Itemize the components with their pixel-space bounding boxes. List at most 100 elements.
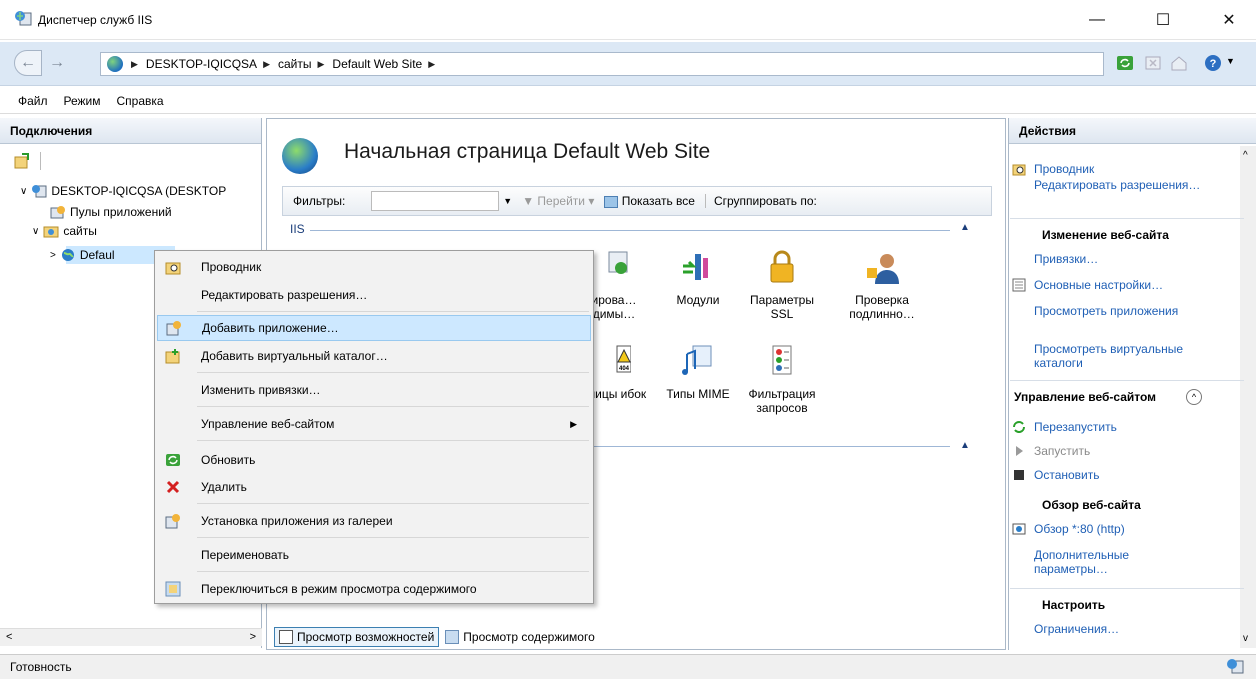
svg-text:?: ?	[1210, 58, 1217, 70]
menu-item-switch-content-view[interactable]: Переключиться в режим просмотра содержим…	[157, 576, 591, 602]
tree-horizontal-scrollbar[interactable]: < >	[0, 628, 262, 646]
context-menu: Проводник Редактировать разрешения… Доба…	[154, 250, 594, 604]
menu-file[interactable]: Файл	[18, 94, 48, 108]
home-icon[interactable]	[1170, 54, 1188, 72]
menu-item-add-application[interactable]: Добавить приложение…	[157, 315, 591, 341]
show-all-button[interactable]: Показать все	[604, 194, 695, 208]
collapse-group-icon[interactable]: ▲	[960, 222, 970, 233]
maximize-button[interactable]: ☐	[1140, 0, 1186, 40]
status-server-icon	[1227, 659, 1244, 674]
back-button[interactable]: ←	[14, 50, 42, 76]
breadcrumb-server[interactable]: DESKTOP-IQICQSA	[146, 57, 257, 71]
app-pool-icon	[50, 206, 65, 219]
browse-heading: Обзор веб-сайта	[1042, 498, 1141, 512]
action-start[interactable]: Запустить	[1034, 444, 1090, 458]
menu-item-edit-permissions[interactable]: Редактировать разрешения…	[157, 282, 591, 308]
menu-item-rename[interactable]: Переименовать	[157, 542, 591, 568]
authentication-user-icon	[867, 254, 899, 284]
stop-icon[interactable]	[1144, 54, 1162, 72]
gallery-install-icon	[165, 514, 180, 529]
breadcrumb-separator-icon: ▶	[428, 58, 436, 69]
menu-item-refresh[interactable]: Обновить	[157, 447, 591, 473]
menu-item-delete[interactable]: Удалить	[157, 474, 591, 500]
status-bar: Готовность	[0, 654, 1256, 679]
address-path[interactable]: ▶ DESKTOP-IQICQSA ▶ сайты ▶ Default Web …	[100, 52, 1104, 76]
minimize-button[interactable]: —	[1074, 0, 1120, 40]
refresh-icon[interactable]	[1116, 54, 1134, 72]
tree-node-app-pools[interactable]: Пулы приложений	[50, 203, 172, 221]
action-edit-permissions[interactable]: Редактировать разрешения…	[1034, 178, 1224, 192]
filter-input[interactable]	[371, 191, 500, 211]
page-title: Начальная страница Default Web Site	[344, 140, 711, 163]
svg-text:404: 404	[619, 366, 630, 372]
action-browse-http[interactable]: Обзор *:80 (http)	[1034, 522, 1125, 536]
feature-mime-types[interactable]: Типы MIME	[658, 344, 738, 401]
action-bindings[interactable]: Привязки…	[1034, 252, 1098, 266]
action-limits[interactable]: Ограничения…	[1034, 622, 1119, 636]
feature-request-filtering[interactable]: Фильтрация запросов	[742, 344, 822, 415]
action-restart[interactable]: Перезапустить	[1034, 420, 1117, 434]
collapse-section-icon[interactable]: ^	[1186, 389, 1202, 405]
expand-toggle-icon[interactable]: ∨	[20, 186, 27, 197]
menu-item-manage-site[interactable]: Управление веб-сайтом ▶	[157, 411, 591, 437]
tree-node-sites[interactable]: ∨ сайты	[32, 222, 97, 240]
collapse-group-icon[interactable]: ▲	[960, 440, 970, 451]
breadcrumb-site[interactable]: Default Web Site	[332, 57, 422, 71]
site-home-globe-icon	[282, 138, 318, 174]
menu-item-edit-bindings[interactable]: Изменить привязки…	[157, 377, 591, 403]
feature-ssl-settings[interactable]: Параметры SSL	[742, 250, 822, 321]
connect-icon[interactable]	[14, 152, 32, 170]
tree-label-sites: сайты	[63, 224, 97, 238]
action-stop[interactable]: Остановить	[1034, 468, 1100, 482]
tree-node-server[interactable]: ∨ DESKTOP-IQICQSA (DESKTOP	[20, 182, 226, 200]
tree-label-app-pools: Пулы приложений	[70, 205, 172, 219]
help-icon[interactable]: ?	[1204, 54, 1222, 72]
expand-toggle-icon[interactable]: ∨	[32, 226, 39, 237]
help-dropdown-icon[interactable]: ▼	[1226, 56, 1235, 66]
tree-label-default-site: Defaul	[79, 248, 115, 262]
scroll-right-icon[interactable]: >	[250, 631, 256, 643]
menu-separator	[197, 571, 589, 572]
close-button[interactable]: ✕	[1206, 0, 1252, 40]
action-basic-settings[interactable]: Основные настройки…	[1034, 278, 1163, 292]
menu-help[interactable]: Справка	[117, 94, 164, 108]
menu-separator	[197, 440, 589, 441]
restart-icon	[1013, 421, 1025, 433]
scroll-left-icon[interactable]: <	[6, 631, 12, 643]
filter-dropdown-icon[interactable]: ▼	[503, 196, 512, 206]
goto-button[interactable]: ▼ Перейти ▾	[522, 194, 594, 208]
menu-separator	[197, 537, 589, 538]
tab-features-view[interactable]: Просмотр возможностей	[274, 627, 440, 647]
menu-item-add-virtual-dir[interactable]: Добавить виртуальный каталог…	[157, 343, 591, 369]
menu-view[interactable]: Режим	[64, 94, 101, 108]
action-advanced-settings[interactable]: Дополнительные параметры…	[1034, 548, 1174, 576]
action-view-virtual-dirs[interactable]: Просмотреть виртуальные каталоги	[1034, 342, 1234, 370]
menu-item-install-from-gallery[interactable]: Установка приложения из галереи	[157, 508, 591, 534]
sites-folder-icon	[43, 226, 59, 238]
action-view-applications[interactable]: Просмотреть приложения	[1034, 304, 1184, 318]
scroll-down-icon[interactable]: v	[1243, 633, 1248, 644]
action-explore[interactable]: Проводник	[1034, 162, 1094, 176]
feature-authentication[interactable]: Проверка подлинно…	[842, 250, 922, 321]
explorer-icon	[165, 262, 181, 275]
actions-divider	[1010, 218, 1244, 219]
add-virtual-dir-icon	[165, 349, 180, 364]
toolbar-divider	[40, 152, 41, 170]
expand-toggle-icon[interactable]: >	[50, 250, 56, 261]
tab-content-view[interactable]: Просмотр содержимого	[441, 627, 599, 647]
actions-vertical-scrollbar[interactable]: ^ v	[1240, 146, 1256, 648]
scroll-up-icon[interactable]: ^	[1243, 150, 1248, 161]
menu-item-explore[interactable]: Проводник	[157, 254, 591, 280]
stop-square-icon	[1014, 470, 1024, 480]
group-by-label[interactable]: Сгруппировать по:	[704, 194, 817, 208]
breadcrumb-sites[interactable]: сайты	[278, 57, 312, 71]
tree-label-server: DESKTOP-IQICQSA (DESKTOP	[51, 184, 227, 198]
forward-button[interactable]: →	[46, 52, 68, 74]
group-header-iis: IIS	[290, 222, 305, 236]
breadcrumb-separator-icon: ▶	[263, 58, 270, 69]
filters-label: Фильтры:	[293, 194, 346, 208]
add-application-icon	[166, 321, 181, 336]
feature-modules[interactable]: Модули	[658, 250, 738, 307]
window-title: Диспетчер служб IIS	[38, 13, 153, 27]
group-divider	[310, 230, 950, 231]
